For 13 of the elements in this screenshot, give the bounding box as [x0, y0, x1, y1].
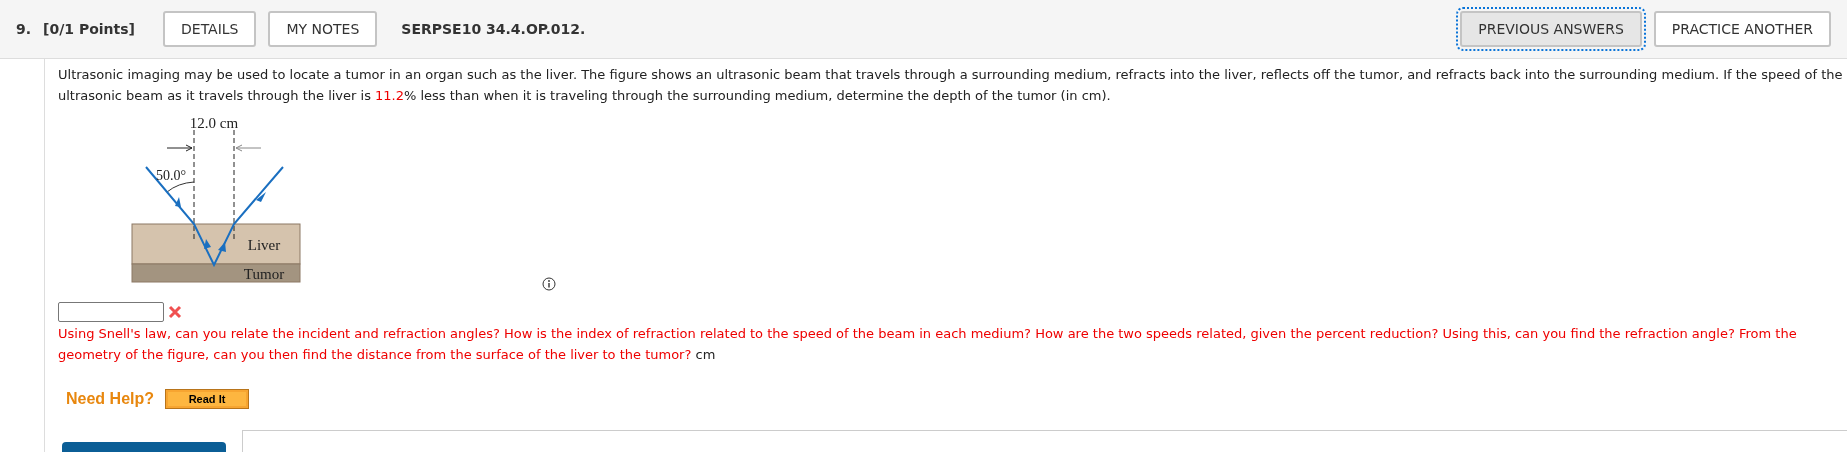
action-button[interactable]: PRACTICE ANOTHER [1653, 11, 1831, 47]
question-text: Ultrasonic imaging may be used to locate a tumor in an organ such as the liver. The figure shows an ultrasonic beam that travels through a surrounding medium, refracts into the liver, reflects off the tumor, and refracts back into the surrounding medium. If the speed of the ultrasonic beam as it travels through the liver is 11.2% less than when it is traveling through the surrounding medium, determine the depth of the tumor (in cm). [58, 66, 1844, 105]
action-button[interactable]: MY NOTES [268, 11, 378, 47]
info-icon[interactable] [542, 277, 556, 291]
feedback-text: Using Snell's law, can you relate the incident and refraction angles? How is the index of refraction related to the speed of the beam in each medium? How are the two speeds related, given the percent reduction? Using this, can you find the refraction angle? From the geometry of the figure, can you then find the distance from the surface of the liver to the tumor? cm [58, 325, 1798, 364]
points-label: [0/1 Points] [43, 19, 135, 39]
need-help-label: Need Help? [66, 389, 154, 409]
refraction-diagram-drawing: 12.0 cm 50.0° Liver Tumor [122, 108, 312, 288]
question-code: SERPSE10 34.4.OP.012. [401, 19, 586, 39]
read-it-button[interactable]: Read It [165, 389, 249, 409]
question-number: 9. [16, 19, 32, 39]
answer-field[interactable] [58, 302, 164, 322]
action-button[interactable]: DETAILS [163, 11, 257, 47]
